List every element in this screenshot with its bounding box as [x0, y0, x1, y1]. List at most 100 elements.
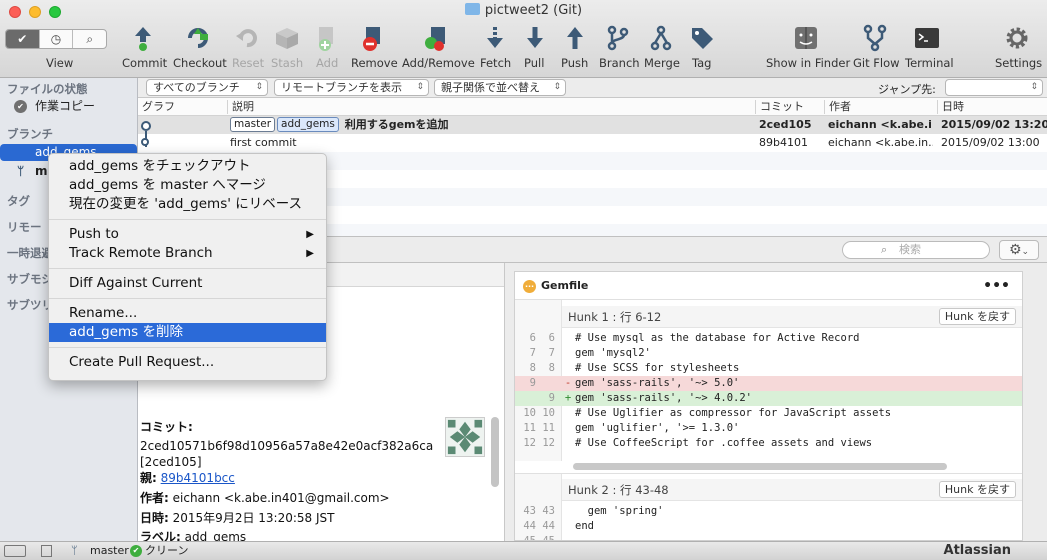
menu-item-merge[interactable]: add_gems を master へマージ — [49, 176, 326, 195]
gear-icon[interactable] — [1003, 24, 1031, 52]
menu-item-track-remote[interactable]: Track Remote Branch ▶ — [49, 244, 326, 263]
sidebar-toggle-icon[interactable] — [4, 545, 26, 557]
merge-icon[interactable] — [647, 24, 675, 52]
git-flow-button[interactable]: Git Flow — [853, 56, 900, 70]
menu-item-diff-against-current[interactable]: Diff Against Current — [49, 274, 326, 293]
view-history-segment[interactable]: ◷ — [40, 30, 74, 48]
menu-item-delete[interactable]: add_gems を削除 — [49, 323, 326, 342]
settings-button[interactable]: Settings — [995, 56, 1042, 70]
sidebar-item-working-copy[interactable]: ✔ 作業コピー — [0, 98, 137, 115]
reset-icon — [236, 29, 257, 48]
commit-description-cell: first commit — [230, 136, 297, 149]
more-options-icon[interactable]: ••• — [983, 272, 1010, 300]
terminal-button[interactable]: Terminal — [905, 56, 954, 70]
menu-item-rename[interactable]: Rename... — [49, 304, 326, 323]
remotes-heading: リモー — [7, 220, 42, 234]
submenu-arrow-icon: ▶ — [306, 229, 314, 240]
commit-author-cell: eichann <k.abe.in... — [828, 136, 933, 149]
pull-icon[interactable] — [521, 24, 549, 52]
add-remove-icon[interactable] — [421, 24, 449, 52]
branches-filter-select[interactable]: すべてのブランチ — [146, 79, 268, 96]
diff-file-header: ··· Gemfile ••• — [515, 272, 1022, 300]
add-button: Add — [316, 56, 339, 70]
parent-link[interactable]: 89b4101bcc — [161, 471, 235, 485]
show-in-finder-button[interactable]: Show in Finder — [766, 56, 850, 70]
file-diff-card: ··· Gemfile ••• Hunk 1 : 行 6-12 Hunk を戻す… — [514, 271, 1023, 541]
sort-order-select[interactable]: 親子関係で並べ替え — [434, 79, 566, 96]
menu-item-checkout[interactable]: add_gems をチェックアウト — [49, 157, 326, 176]
menu-item-rebase[interactable]: 現在の変更を 'add_gems' にリベース — [49, 195, 326, 214]
pane-toggle-icon[interactable] — [41, 545, 52, 557]
commit-node — [141, 138, 149, 146]
divider — [515, 473, 1022, 474]
diff-line: 7 7 gem 'mysql2' — [529, 347, 651, 359]
menu-item-push-to[interactable]: Push to ▶ — [49, 225, 326, 244]
merge-button[interactable]: Merge — [644, 56, 680, 70]
commit-author-cell: eichann <k.abe.i... — [828, 118, 933, 131]
author-column-header[interactable]: 作者 — [824, 100, 851, 114]
table-row[interactable]: master add_gems 利用するgemを追加 2ced105 eichan… — [138, 116, 1047, 134]
reset-button: Reset — [232, 56, 265, 70]
fetch-button[interactable]: Fetch — [480, 56, 511, 70]
graph-column-header[interactable]: グラフ — [138, 100, 175, 114]
commit-icon[interactable] — [129, 24, 157, 52]
commit-hash-cell: 2ced105 — [759, 118, 812, 131]
git-flow-icon[interactable] — [861, 24, 889, 52]
terminal-icon[interactable] — [913, 24, 941, 52]
branch-icon: ᛘ — [71, 544, 78, 557]
view-segmented-control[interactable]: ✔ ◷ ⌕ — [5, 29, 107, 49]
checkout-icon[interactable] — [184, 24, 212, 52]
branch-icon[interactable] — [604, 24, 632, 52]
pull-button[interactable]: Pull — [524, 56, 544, 70]
remove-icon[interactable] — [358, 24, 386, 52]
menu-separator — [49, 298, 326, 299]
menu-item-label: Track Remote Branch — [69, 245, 213, 261]
sidebar-item-label: 作業コピー — [35, 99, 96, 113]
working-copy-status: クリーン — [145, 544, 189, 557]
table-row[interactable]: first commit 89b4101 eichann <k.abe.in..… — [138, 134, 1047, 152]
diff-file-name: Gemfile — [541, 279, 589, 292]
push-button[interactable]: Push — [561, 56, 588, 70]
branch-context-menu: add_gems をチェックアウト add_gems を master へマージ… — [48, 153, 327, 381]
diff-options-button[interactable]: ⚙⌄ — [999, 240, 1039, 260]
diff-line: 10 10 # Use Uglifier as compressor for Jav… — [523, 407, 892, 419]
window-title: pictweet2 (Git) — [0, 3, 1047, 18]
search-placeholder: 検索 — [899, 243, 921, 256]
horizontal-scrollbar[interactable] — [573, 463, 947, 470]
fetch-icon[interactable] — [481, 24, 509, 52]
commit-button[interactable]: Commit — [122, 56, 167, 70]
description-column-header[interactable]: 説明 — [227, 100, 254, 114]
jump-to-select[interactable] — [945, 79, 1043, 96]
date-column-header[interactable]: 日時 — [937, 100, 964, 114]
push-icon[interactable] — [561, 24, 589, 52]
vertical-scrollbar[interactable] — [491, 417, 499, 487]
tag-button[interactable]: Tag — [692, 56, 711, 70]
checkout-button[interactable]: Checkout — [173, 56, 227, 70]
branch-icon: ᛘ — [17, 164, 25, 178]
remove-button[interactable]: Remove — [351, 56, 398, 70]
diff-pane: ··· Gemfile ••• Hunk 1 : 行 6-12 Hunk を戻す… — [505, 263, 1047, 541]
add-remove-button[interactable]: Add/Remove — [402, 56, 475, 70]
view-status-segment[interactable]: ✔ — [6, 30, 40, 48]
tag-icon[interactable] — [688, 24, 716, 52]
diff-line: 8 8 # Use SCSS for stylesheets — [529, 362, 740, 374]
branch-tag: add_gems — [277, 117, 339, 132]
menu-separator — [49, 219, 326, 220]
diff-line: 12 12 # Use CoffeeScript for .coffee asset… — [523, 437, 873, 449]
hunk-title: Hunk 2 : 行 43-48 — [568, 483, 669, 497]
search-input[interactable]: ⌕ 検索 — [842, 241, 990, 259]
hunk-header: Hunk 1 : 行 6-12 Hunk を戻す — [562, 306, 1022, 328]
commit-column-header[interactable]: コミット — [755, 100, 804, 114]
remote-branches-select[interactable]: リモートブランチを表示 — [274, 79, 429, 96]
finder-icon[interactable] — [792, 24, 820, 52]
diff-line-added: 9 + gem 'sass-rails', '~> 4.0.2' — [515, 391, 1022, 406]
revert-hunk-button[interactable]: Hunk を戻す — [938, 308, 1016, 325]
folder-icon — [464, 3, 480, 15]
submodules-heading: サブモジ — [7, 272, 53, 286]
view-search-segment[interactable]: ⌕ — [73, 30, 106, 48]
revert-hunk-button[interactable]: Hunk を戻す — [938, 481, 1016, 498]
gear-icon: ⚙ — [1008, 242, 1022, 258]
branch-button[interactable]: Branch — [599, 56, 640, 70]
menu-item-create-pull-request[interactable]: Create Pull Request... — [49, 353, 326, 372]
chevron-down-icon: ⌄ — [1021, 247, 1030, 257]
